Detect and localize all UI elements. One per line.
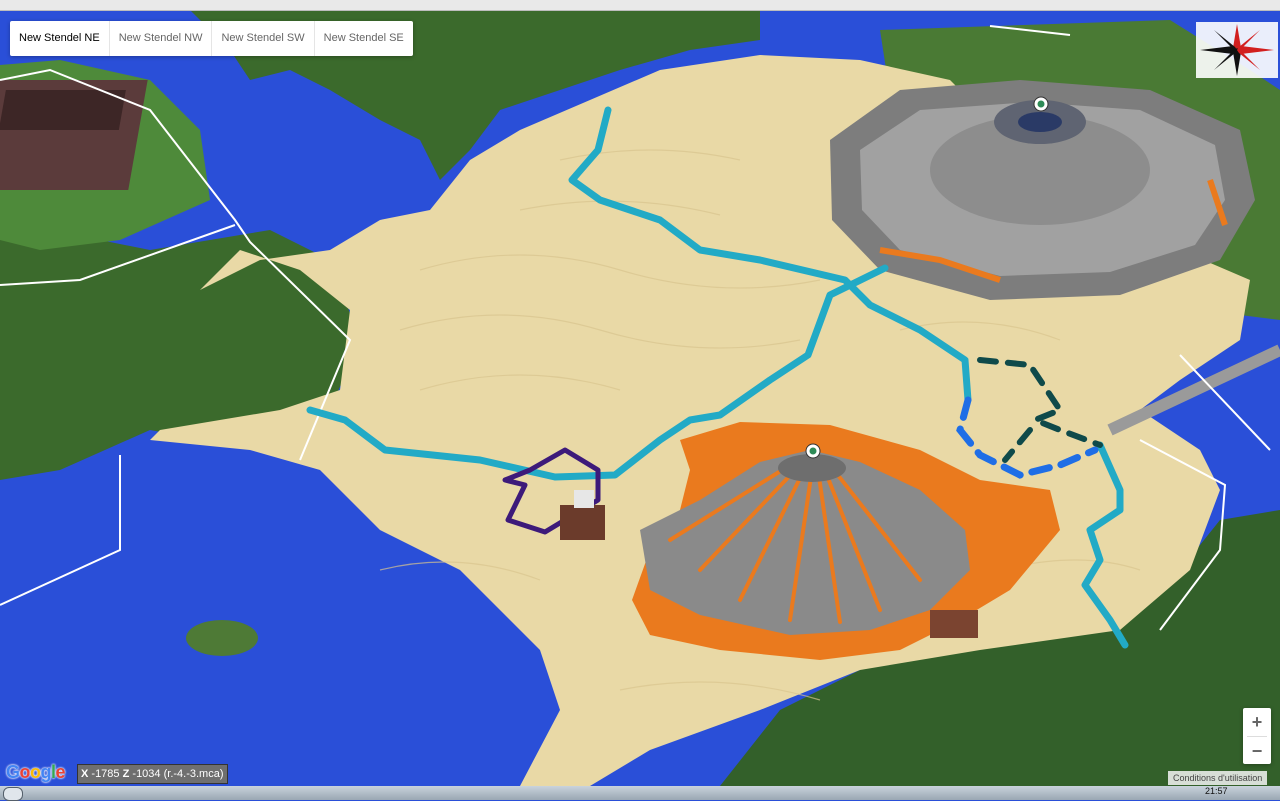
logo-letter: G [6,762,20,782]
z-value: -1034 [132,768,161,780]
map-type-selector: New Stendel NE New Stendel NW New Stende… [10,21,413,56]
minecraft-map[interactable] [0,10,1280,786]
x-label: X [81,768,89,780]
ruin-structure [560,505,605,540]
logo-letter: g [40,762,52,782]
browser-toolbar-strip [0,0,1280,11]
zoom-out-button[interactable]: − [1243,737,1271,765]
ruin-structure-top [574,490,594,508]
map-type-new-stendel-sw[interactable]: New Stendel SW [212,21,315,56]
ruin-south [930,610,978,638]
island-southwest [186,620,258,656]
zoom-control: + − [1243,708,1271,764]
taskbar: 21:57 [0,786,1280,801]
x-value: -1785 [91,768,120,780]
castle-fortress [830,80,1255,300]
region-file: (r.-4.-3.mca) [163,768,224,780]
google-logo: Google [6,762,66,783]
terms-link[interactable]: Conditions d'utilisation [1168,771,1268,785]
marker-icon[interactable] [805,443,821,459]
z-label: Z [122,768,130,780]
map-viewport[interactable] [0,10,1280,786]
marker-icon[interactable] [1033,96,1049,112]
zoom-in-button[interactable]: + [1243,708,1271,736]
building-northwest-roof [0,90,126,130]
logo-letter: e [55,762,66,782]
compass-rose-icon [1196,22,1278,78]
taskbar-clock: 21:57 [1205,786,1228,796]
coordinate-readout: X -1785 Z -1034 (r.-4.-3.mca) [77,764,228,784]
map-type-new-stendel-ne[interactable]: New Stendel NE [10,21,110,56]
logo-letter: o [30,762,41,782]
logo-letter: o [19,762,31,782]
map-type-new-stendel-se[interactable]: New Stendel SE [315,21,413,56]
start-button[interactable] [3,787,23,801]
map-type-new-stendel-nw[interactable]: New Stendel NW [110,21,213,56]
